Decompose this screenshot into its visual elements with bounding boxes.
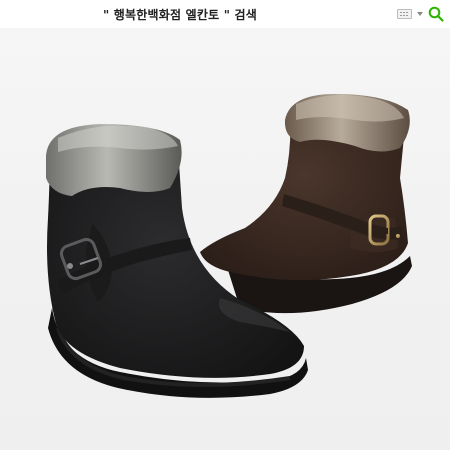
search-query-text: " 행복한백화점 엘칸토 " 검색 [102, 8, 258, 22]
brown-boot [200, 94, 412, 314]
search-header: " 행복한백화점 엘칸토 " 검색 [0, 0, 450, 28]
product-image [0, 28, 450, 450]
chevron-down-icon[interactable] [417, 12, 423, 16]
search-icon[interactable] [428, 6, 444, 22]
keyboard-icon[interactable] [397, 9, 412, 19]
